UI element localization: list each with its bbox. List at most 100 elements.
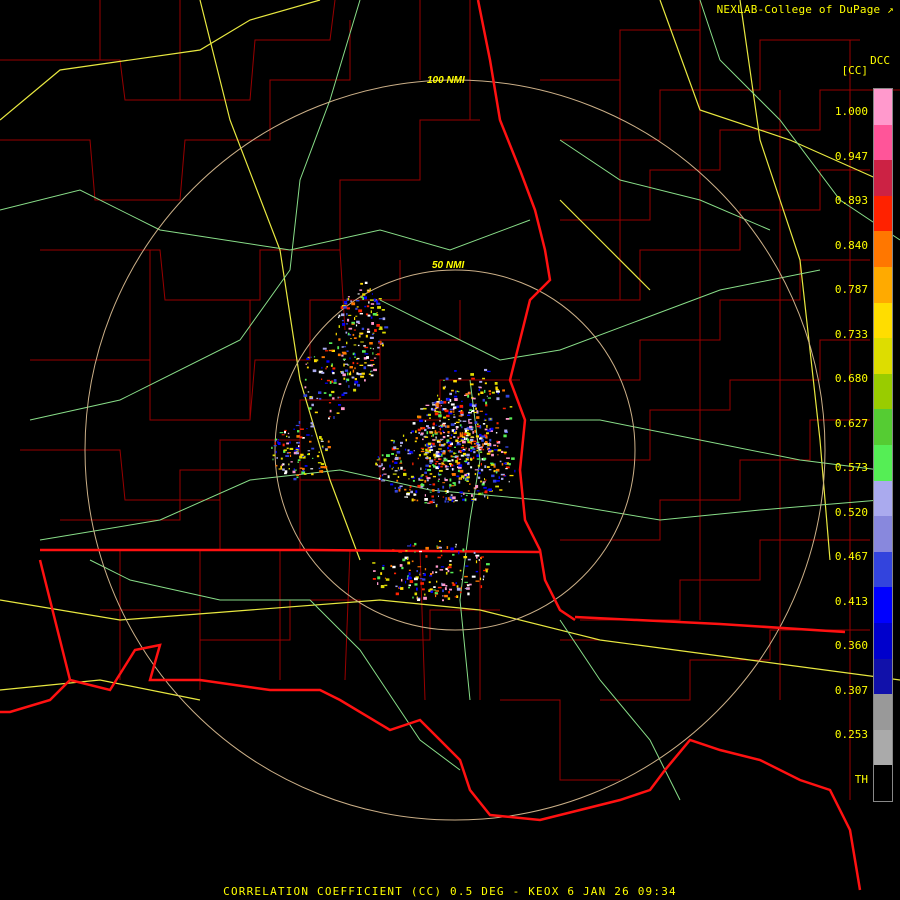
echo-pixel [483, 491, 486, 493]
echo-pixel [432, 423, 435, 426]
echo-pixel [479, 437, 482, 440]
echo-pixel [343, 377, 346, 380]
echo-pixel [324, 466, 328, 469]
echo-pixel [404, 448, 407, 451]
echo-pixel [337, 353, 341, 357]
echo-pixel [480, 585, 483, 589]
echo-pixel [394, 487, 396, 489]
echo-pixel [511, 457, 515, 460]
echo-pixel [430, 591, 433, 593]
echo-pixel [453, 395, 458, 398]
echo-pixel [399, 485, 403, 487]
echo-pixel [400, 587, 404, 590]
echo-pixel [354, 383, 356, 386]
echo-pixel [454, 446, 456, 448]
echo-pixel [435, 402, 439, 406]
echo-pixel [303, 473, 307, 475]
echo-pixel [369, 342, 373, 345]
echo-pixel [280, 465, 282, 469]
echo-pixel [303, 394, 308, 397]
echo-pixel [482, 482, 485, 484]
echo-pixel [487, 443, 490, 447]
legend-swatch [874, 694, 892, 730]
legend-tick-label: 0.520 [834, 505, 868, 519]
echo-pixel [381, 463, 383, 467]
credit[interactable]: NEXLAB-College of DuPage ↗ [717, 3, 894, 16]
echo-pixel [451, 459, 454, 462]
echo-pixel [462, 452, 466, 455]
echo-pixel [480, 480, 482, 483]
echo-pixel [446, 546, 449, 549]
echo-pixel [357, 384, 360, 387]
echo-pixel [310, 422, 314, 425]
echo-pixel [308, 407, 312, 410]
echo-pixel [373, 368, 377, 372]
echo-pixel [302, 467, 305, 471]
echo-pixel [466, 432, 470, 434]
echo-pixel [504, 429, 508, 433]
echo-pixel [476, 438, 478, 440]
echo-pixel [438, 414, 442, 418]
echo-pixel [342, 358, 346, 360]
echo-pixel [454, 499, 458, 502]
echo-pixel [419, 419, 423, 423]
echo-pixel [456, 457, 459, 461]
echo-pixel [442, 485, 445, 489]
echo-pixel [345, 323, 348, 325]
echo-pixel [458, 551, 460, 555]
echo-pixel [351, 376, 355, 379]
echo-pixel [353, 388, 357, 392]
echo-pixel [442, 599, 444, 602]
echo-pixel [438, 465, 440, 469]
echo-pixel [445, 571, 448, 575]
echo-pixel [484, 413, 488, 416]
echo-pixel [436, 454, 440, 458]
echo-pixel [486, 446, 488, 448]
echo-pixel [468, 448, 470, 451]
echo-pixel [475, 560, 478, 564]
echo-pixel [477, 464, 480, 467]
echo-pixel [425, 450, 430, 452]
echo-pixel [476, 555, 478, 559]
radar-map[interactable]: 50 NMI 100 NMI [0, 0, 900, 900]
echo-pixel [408, 576, 412, 580]
echo-pixel [469, 438, 474, 442]
echo-pixel [398, 551, 403, 553]
echo-pixel [441, 463, 446, 466]
echo-pixel [366, 356, 369, 359]
state-borders [40, 0, 846, 634]
echo-pixel [509, 406, 513, 408]
echo-pixel [346, 313, 348, 316]
echo-pixel [414, 592, 418, 596]
echo-pixel [385, 578, 390, 581]
echo-pixel [415, 430, 417, 433]
echo-pixel [367, 289, 370, 292]
echo-pixel [475, 570, 479, 573]
echo-pixel [409, 450, 413, 454]
echo-pixel [429, 491, 432, 493]
echo-pixel [444, 409, 449, 413]
echo-pixel [304, 386, 307, 389]
echo-pixel [450, 403, 455, 406]
echo-pixel [359, 289, 363, 291]
echo-pixel [401, 578, 403, 582]
echo-pixel [425, 468, 427, 470]
range-ring-label-100: 100 NMI [427, 75, 465, 86]
echo-pixel [364, 379, 366, 382]
echo-pixel [370, 299, 374, 301]
echo-pixel [429, 462, 432, 464]
echo-pixel [448, 444, 452, 447]
echo-pixel [348, 332, 350, 336]
echo-pixel [433, 445, 436, 447]
echo-pixel [325, 367, 327, 370]
echo-pixel [496, 440, 499, 443]
echo-pixel [318, 391, 322, 394]
echo-pixel [371, 370, 373, 372]
echo-pixel [450, 455, 453, 458]
echo-pixel [508, 463, 511, 466]
echo-pixel [443, 431, 446, 434]
echo-pixel [281, 434, 285, 436]
echo-pixel [286, 452, 289, 455]
echo-pixel [394, 470, 398, 472]
echo-pixel [472, 456, 475, 460]
